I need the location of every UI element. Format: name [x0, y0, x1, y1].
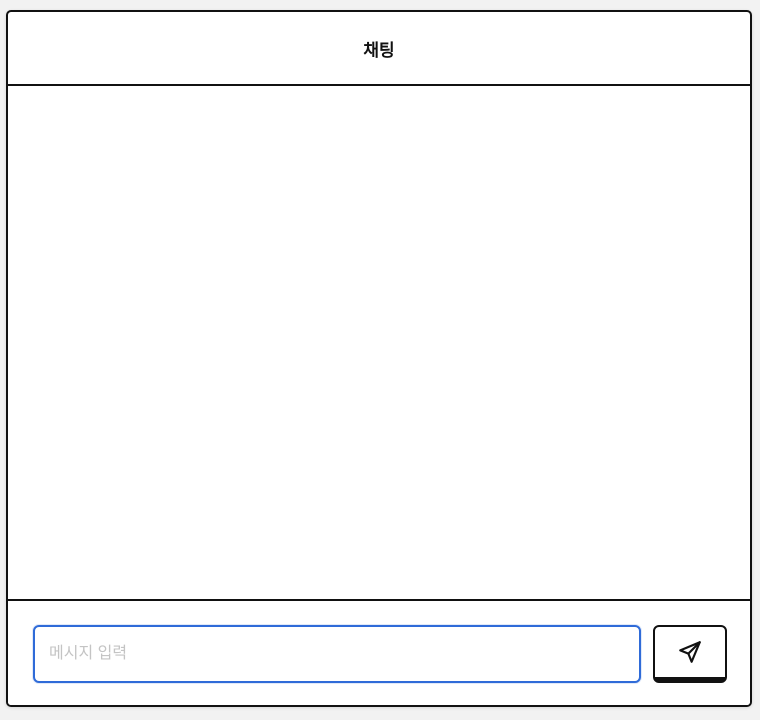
chat-title: 채팅: [363, 40, 395, 61]
message-input[interactable]: [33, 625, 641, 683]
chat-header: 채팅: [8, 12, 750, 86]
chat-composer: [8, 599, 750, 705]
chat-window: 채팅: [6, 10, 752, 707]
send-paper-plane-icon: [675, 637, 705, 667]
message-list[interactable]: [8, 86, 750, 599]
send-button[interactable]: [653, 625, 727, 683]
